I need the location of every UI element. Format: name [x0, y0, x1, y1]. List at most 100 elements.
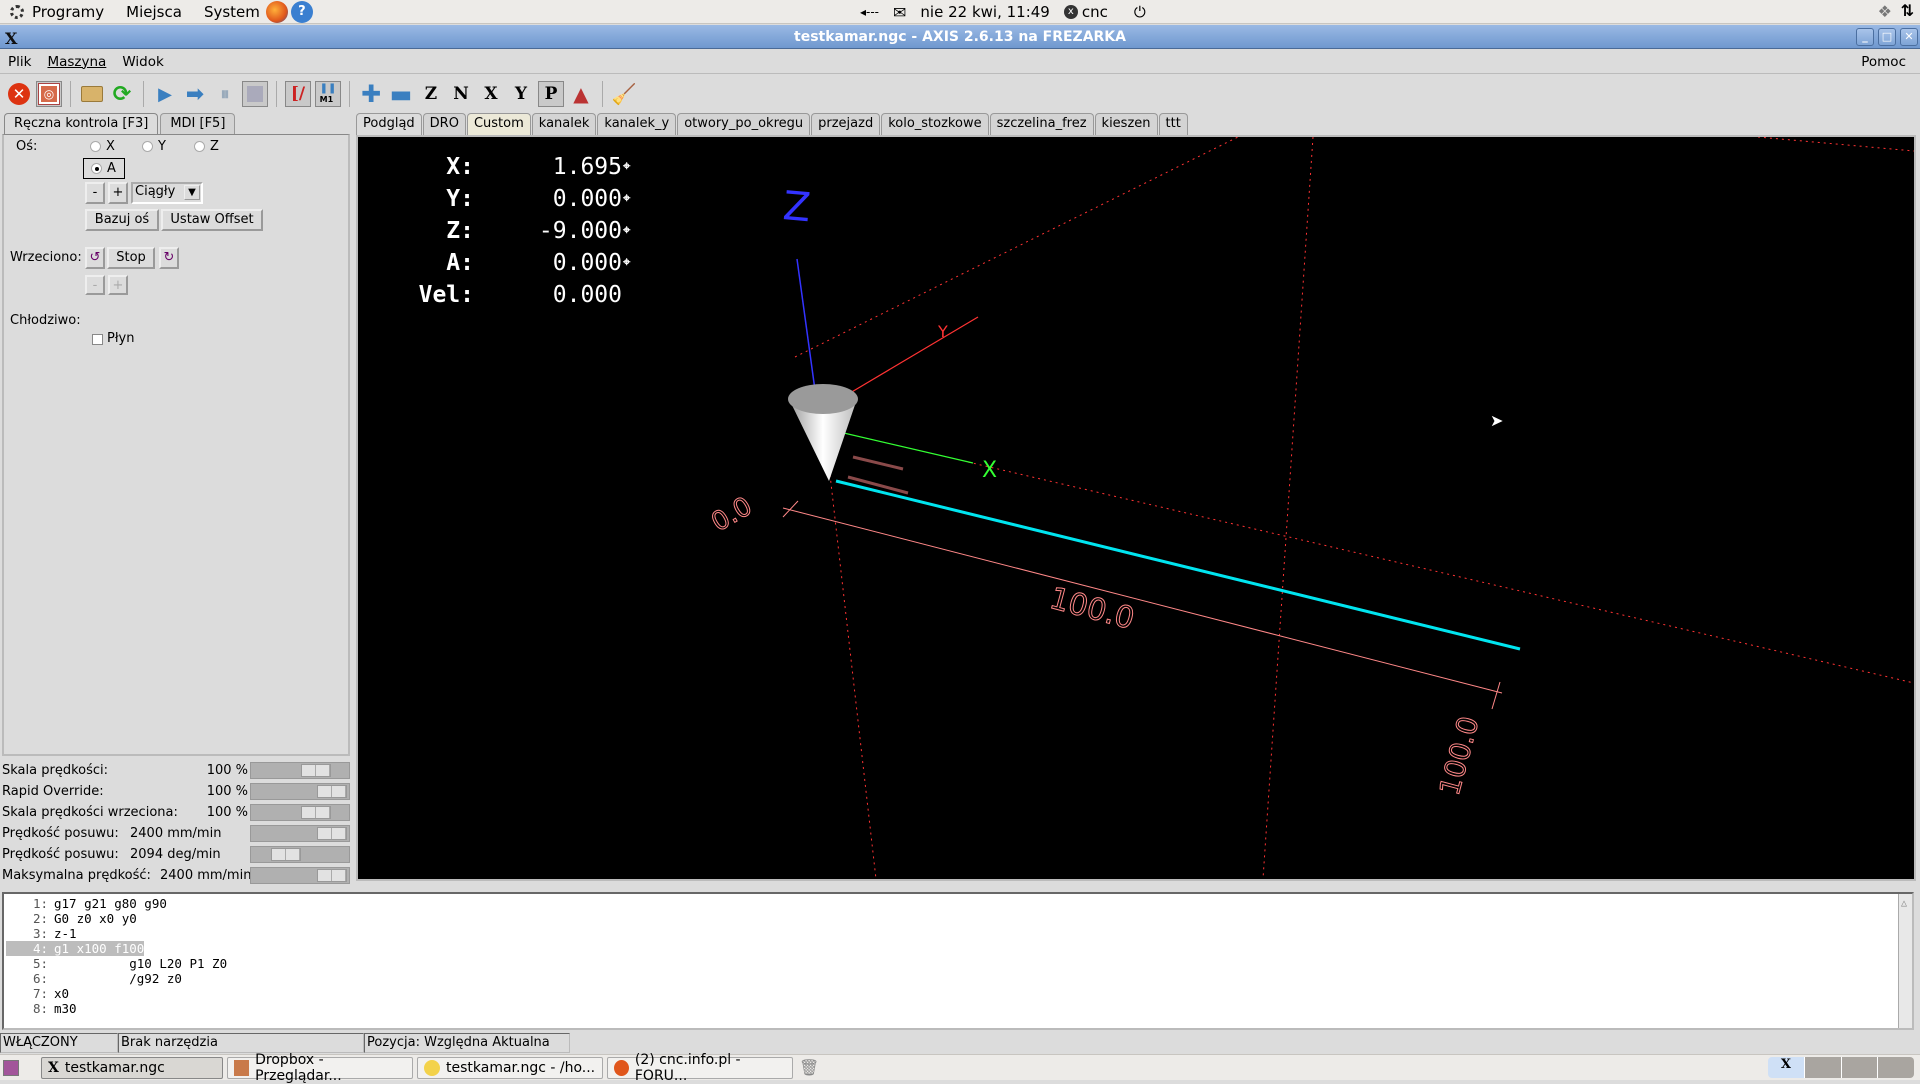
touch-off-button[interactable]: Ustaw Offset [161, 209, 263, 231]
spindle-ccw-button[interactable]: ↺ [85, 247, 105, 269]
workspace-1[interactable]: X [1768, 1057, 1804, 1078]
angular-jog-speed-slider[interactable] [250, 846, 350, 863]
mail-icon[interactable]: ✉ [893, 3, 906, 22]
rapid-override-slider[interactable] [250, 783, 350, 800]
workspace-2[interactable] [1803, 1057, 1841, 1078]
task-firefox[interactable]: (2) cnc.info.pl - FORU... [607, 1052, 793, 1084]
tab-kolo-stozkowe[interactable]: kolo_stozkowe [881, 113, 989, 135]
window-app-icon[interactable]: X [5, 27, 17, 51]
menu-places[interactable]: Miejsca [126, 3, 182, 21]
tab-mdi[interactable]: MDI [F5] [160, 113, 236, 135]
slider-thumb[interactable] [300, 806, 331, 819]
jog-minus-button[interactable]: - [85, 182, 105, 204]
reload-file-button[interactable]: ⟳ [109, 81, 135, 107]
workspace-4[interactable] [1877, 1057, 1914, 1078]
stop-button[interactable] [242, 81, 268, 107]
view-y-button[interactable]: Y [508, 81, 534, 107]
gcode-line[interactable]: 6: /g92 z0 [6, 971, 182, 986]
help-launcher-icon[interactable]: ? [290, 0, 313, 23]
gcode-line[interactable]: 3: z-1 [6, 926, 77, 941]
flood-checkbox[interactable] [92, 334, 103, 345]
tab-szczelina-frez[interactable]: szczelina_frez [989, 113, 1094, 135]
slider-thumb[interactable] [270, 848, 301, 861]
slider-thumb[interactable] [317, 869, 347, 882]
clear-plot-button[interactable]: 🧹 [611, 81, 637, 107]
tab-otwory-po-okregu[interactable]: otwory_po_okregu [677, 113, 811, 135]
trash-icon[interactable]: 🗑 [799, 1058, 819, 1077]
tab-ttt[interactable]: ttt [1158, 113, 1188, 135]
jog-speed-slider[interactable] [250, 825, 350, 842]
minimize-button[interactable]: _ [1856, 28, 1874, 46]
dropbox-icon[interactable]: ❖ [1878, 2, 1892, 21]
gcode-line[interactable]: 1: g17 g21 g80 g90 [6, 896, 167, 911]
view-z-button[interactable]: Z [418, 81, 444, 107]
menu-applications[interactable]: Programy [10, 3, 104, 21]
spindle-cw-button[interactable]: ↻ [159, 247, 179, 269]
axis-radio-z[interactable]: Z [194, 139, 219, 154]
gcode-line[interactable]: 7: x0 [6, 986, 69, 1001]
maximize-button[interactable]: □ [1878, 28, 1896, 46]
toolpath-preview[interactable]: Z Y X 0.0 100.0 100.0 X: 1.695 ⌖ Y: 0.000 ⌖ … [356, 135, 1916, 881]
scroll-up-icon[interactable]: △ [1899, 898, 1907, 909]
tab-custom[interactable]: Custom [466, 113, 531, 135]
menu-view[interactable]: Widok [114, 54, 171, 70]
tab-manual-control[interactable]: Ręczna kontrola [F3] [4, 113, 159, 135]
tab-kieszen[interactable]: kieszen [1094, 113, 1158, 135]
tab-dro[interactable]: DRO [422, 113, 466, 135]
step-button[interactable]: ➡ [182, 81, 208, 107]
gcode-listing[interactable]: 1: g17 g21 g80 g90 2: G0 z0 x0 y0 3: z-1 4:… [2, 892, 1914, 1030]
spindle-slower-button[interactable]: - [85, 275, 105, 295]
optional-stop-button[interactable]: ❚❚ M1 [315, 81, 341, 107]
spindle-override-slider[interactable] [250, 804, 350, 821]
firefox-launcher-icon[interactable] [265, 0, 288, 23]
rotate-view-button[interactable]: ▲ [568, 81, 594, 107]
max-velocity-slider[interactable] [250, 867, 350, 884]
view-x-button[interactable]: X [478, 81, 504, 107]
view-perspective-button[interactable]: P [538, 81, 564, 107]
close-window-button[interactable]: ✕ [1900, 28, 1918, 46]
task-axis[interactable]: Xtestkamar.ngc [41, 1056, 223, 1079]
home-axis-button[interactable]: Bazuj oś [85, 209, 159, 231]
open-file-button[interactable] [79, 81, 105, 107]
view-z2-button[interactable]: N [448, 81, 474, 107]
axis-radio-x[interactable]: X [90, 139, 115, 154]
slider-thumb[interactable] [317, 827, 347, 840]
spindle-stop-button[interactable]: Stop [107, 247, 155, 269]
axis-radio-a[interactable]: A [83, 158, 125, 179]
tab-preview[interactable]: Podgląd [356, 113, 422, 135]
window-titlebar[interactable]: X testkamar.ngc - AXIS 2.6.13 na FREZARK… [0, 25, 1920, 49]
machine-power-button[interactable]: ◎ [36, 81, 62, 107]
gcode-scrollbar[interactable]: △ [1898, 894, 1912, 1028]
user-menu[interactable]: x cnc [1063, 3, 1108, 21]
workspace-3[interactable] [1840, 1057, 1878, 1078]
feed-override-slider[interactable] [250, 762, 350, 779]
menu-machine[interactable]: Maszyna [39, 54, 114, 70]
show-desktop-icon[interactable] [3, 1059, 19, 1076]
axis-radio-y[interactable]: Y [142, 139, 166, 154]
spindle-faster-button[interactable]: + [108, 275, 128, 295]
zoom-out-button[interactable]: ▬ [388, 80, 414, 108]
slider-thumb[interactable] [300, 764, 331, 777]
tab-kanalek[interactable]: kanalek [531, 113, 597, 135]
volume-icon[interactable]: ◂--- [860, 5, 879, 19]
block-delete-button[interactable]: [/ [285, 81, 311, 107]
zoom-in-button[interactable]: ✚ [358, 80, 384, 108]
tab-kanalek-y[interactable]: kanalek_y [597, 113, 677, 135]
menu-file[interactable]: Plik [0, 54, 39, 70]
menu-help[interactable]: Pomoc [1853, 54, 1914, 70]
jog-increment-select[interactable]: Ciągły ▼ [131, 182, 203, 204]
slider-thumb[interactable] [317, 785, 347, 798]
clock[interactable]: nie 22 kwi, 11:49 [920, 3, 1049, 21]
estop-button[interactable]: ✕ [6, 81, 32, 107]
task-dropbox[interactable]: Dropbox - Przeglądar... [227, 1052, 413, 1084]
gcode-line[interactable]: 8: m30 [6, 1001, 77, 1016]
run-button[interactable]: ▶ [152, 81, 178, 107]
gcode-line[interactable]: 2: G0 z0 x0 y0 [6, 911, 137, 926]
gcode-line[interactable]: 5: g10 L20 P1 Z0 [6, 956, 227, 971]
network-icon[interactable]: ⇅ [1901, 1, 1914, 20]
power-icon[interactable]: ⏻ [1134, 3, 1146, 21]
menu-system[interactable]: System [204, 3, 260, 21]
task-editor[interactable]: testkamar.ngc - /ho... [417, 1056, 603, 1079]
jog-plus-button[interactable]: + [108, 182, 128, 204]
pause-button[interactable]: ⏸ [212, 81, 238, 107]
